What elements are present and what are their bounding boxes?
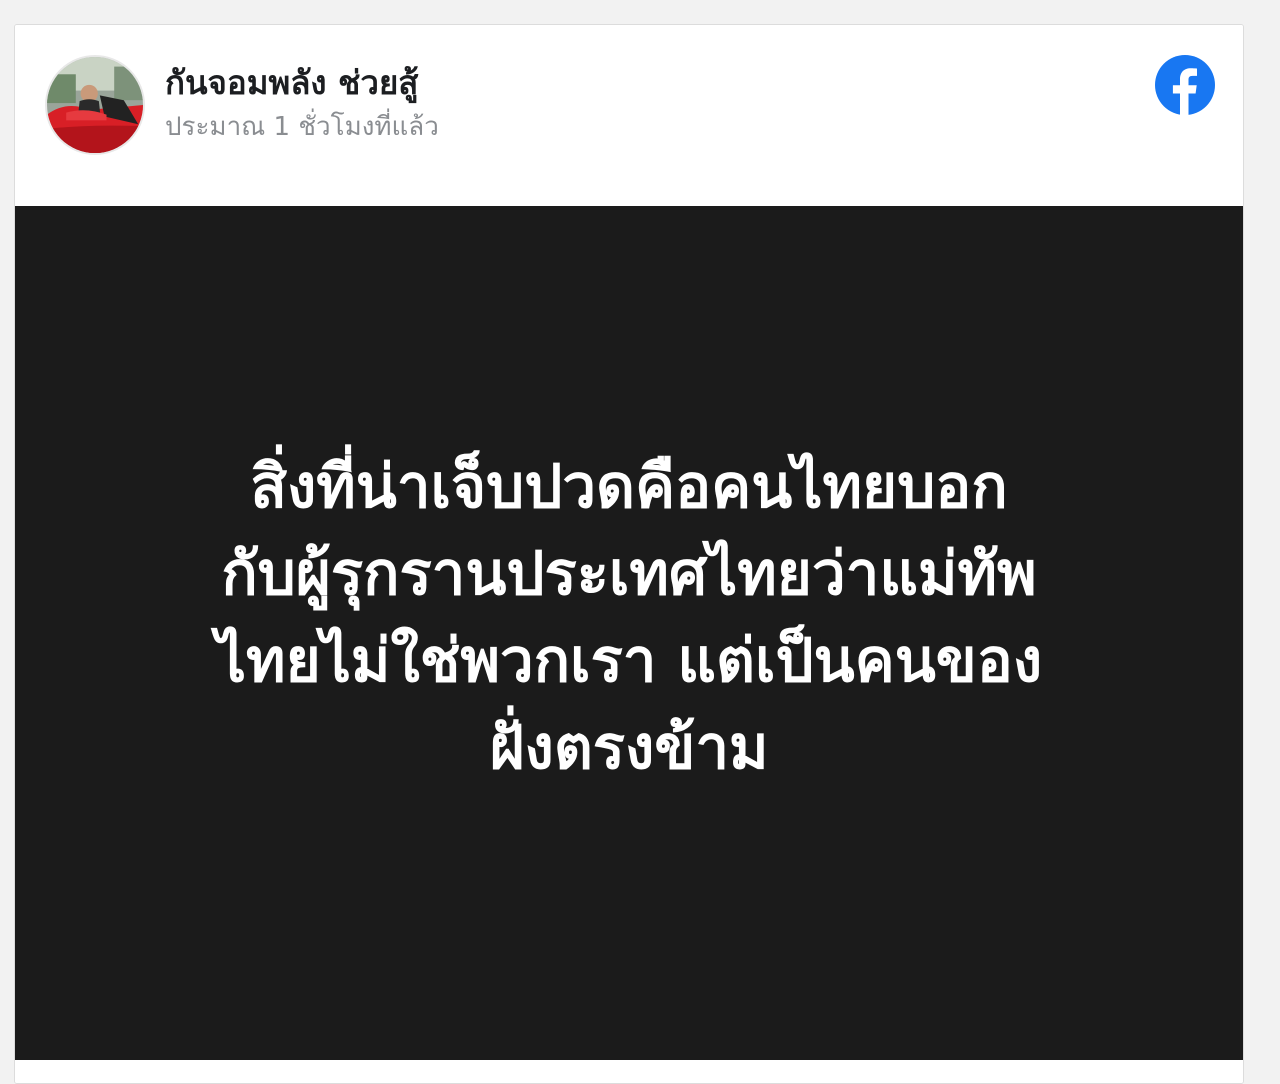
post-image[interactable]: สิ่งที่น่าเจ็บปวดคือคนไทยบอก กับผู้รุกรา… bbox=[15, 206, 1243, 1060]
post-image-text-line: กับผู้รุกรานประเทศไทยว่าแม่ทัพ bbox=[221, 539, 1037, 609]
post-image-text: สิ่งที่น่าเจ็บปวดคือคนไทยบอก กับผู้รุกรา… bbox=[69, 444, 1189, 792]
avatar-photo-icon bbox=[47, 57, 143, 153]
avatar[interactable] bbox=[45, 55, 145, 155]
post-header: กันจอมพลัง ช่วยสู้ ประมาณ 1 ชั่วโมงที่แล… bbox=[15, 25, 1243, 206]
post-card: กันจอมพลัง ช่วยสู้ ประมาณ 1 ชั่วโมงที่แล… bbox=[14, 24, 1244, 1084]
post-footer bbox=[15, 1060, 1243, 1083]
post-timestamp[interactable]: ประมาณ 1 ชั่วโมงที่แล้ว bbox=[165, 109, 439, 145]
post-image-text-line: ฝั่งตรงข้าม bbox=[489, 713, 769, 783]
facebook-logo-icon[interactable] bbox=[1155, 55, 1215, 115]
author-name[interactable]: กันจอมพลัง ช่วยสู้ bbox=[165, 61, 418, 105]
post-image-text-line: ไทยไม่ใช่พวกเรา แต่เป็นคนของ bbox=[215, 626, 1043, 696]
post-image-text-line: สิ่งที่น่าเจ็บปวดคือคนไทยบอก bbox=[250, 452, 1008, 522]
